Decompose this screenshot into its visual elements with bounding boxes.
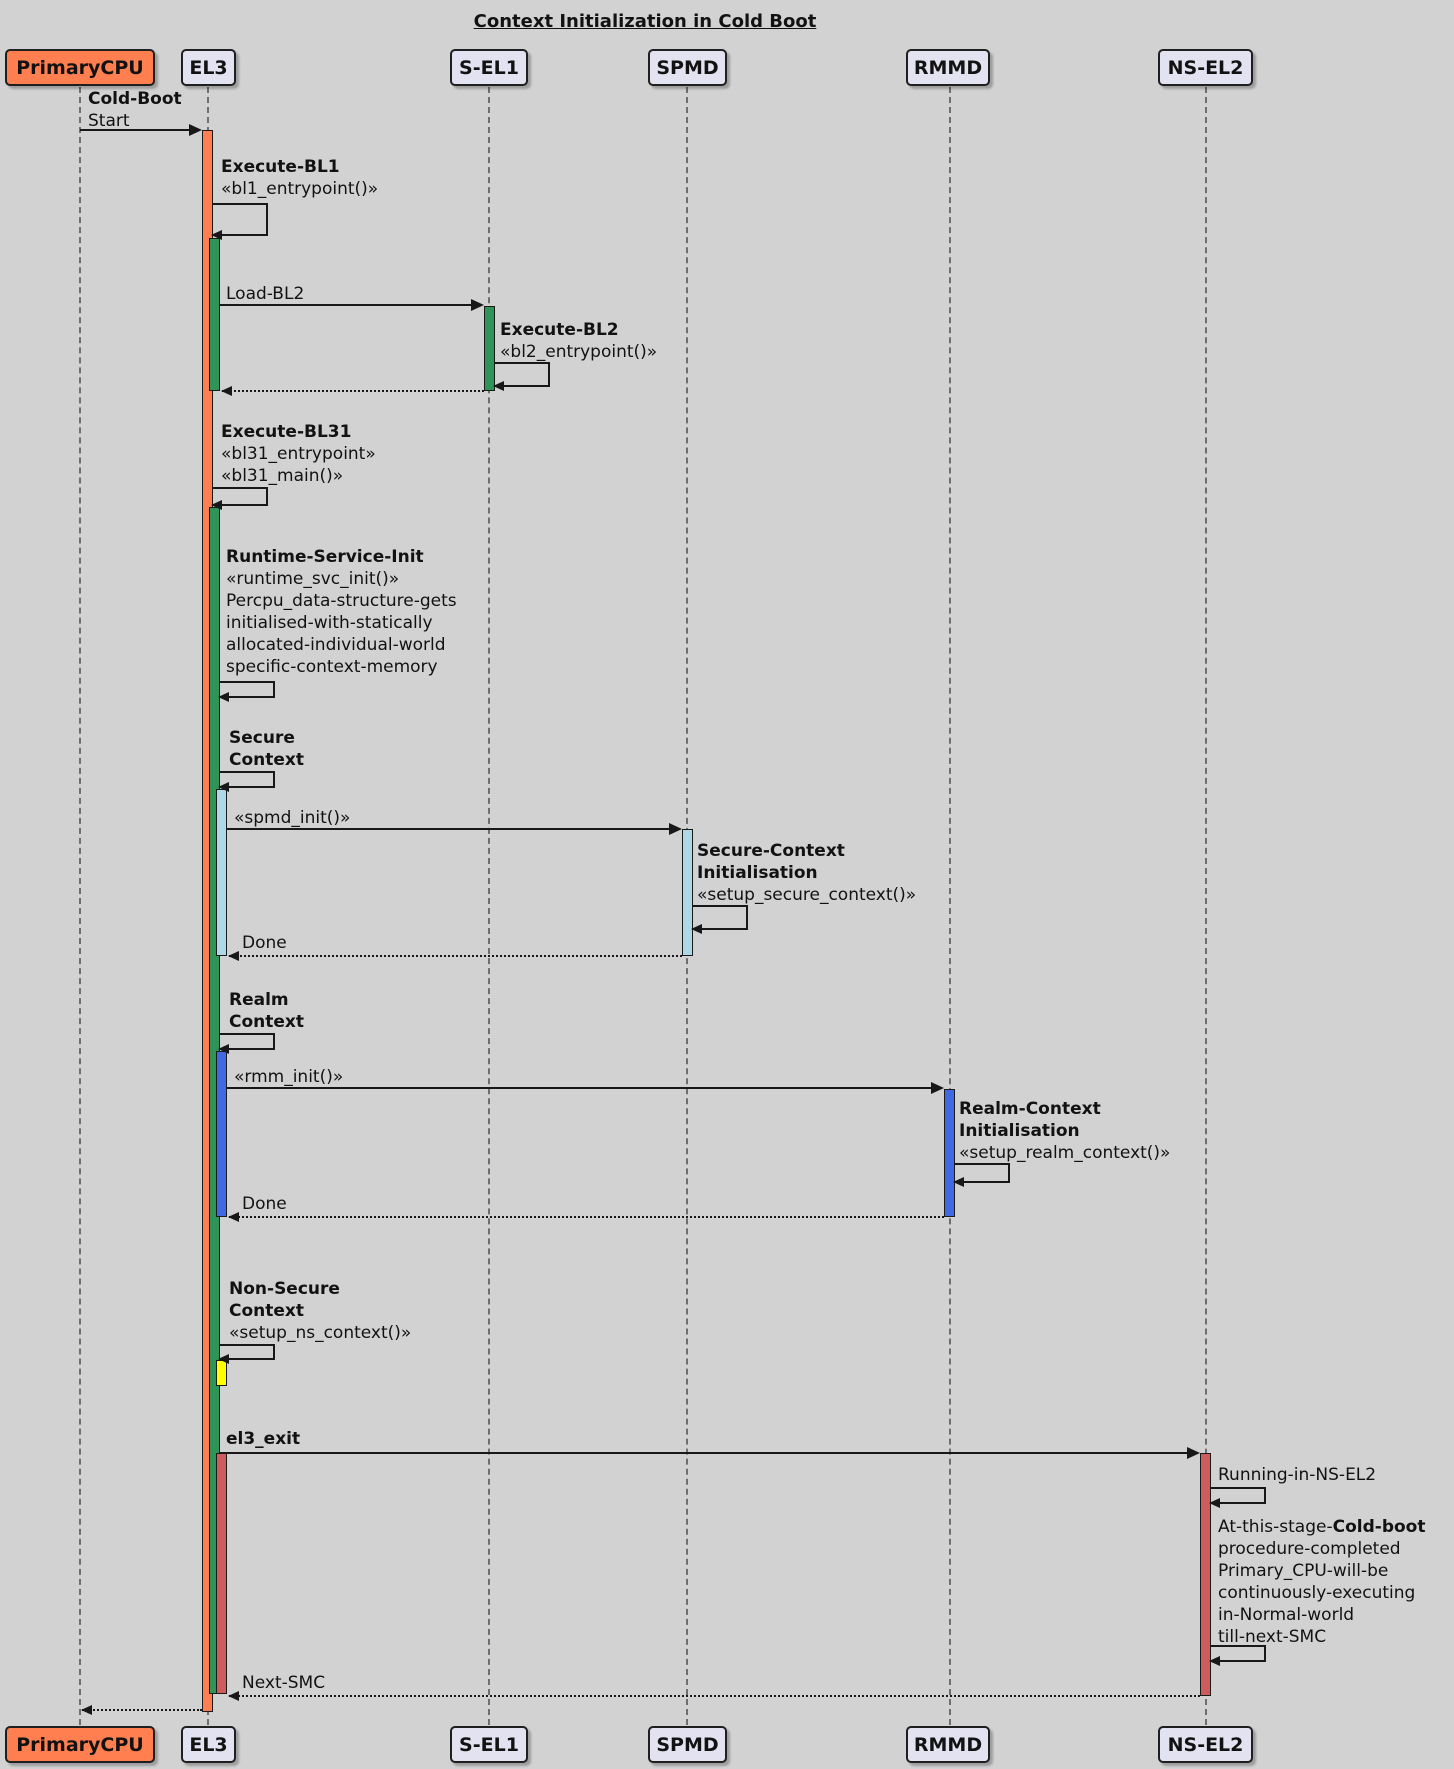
self-loop-realm-context [220,1033,275,1050]
message-execute-bl1: Execute-BL1 «bl1_entrypoint()» [221,156,378,200]
arrowhead [228,951,239,961]
participant-label: SPMD [656,57,718,79]
participant-label: EL3 [189,57,227,79]
arrow-return-bl2 [222,390,484,392]
participant-ns-el2-bottom: NS-EL2 [1158,1726,1253,1763]
arrow-el3-exit [220,1452,1189,1454]
participant-primarycpu-bottom: PrimaryCPU [5,1726,155,1763]
message-running-in-ns-el2: Running-in-NS-EL2 [1218,1464,1376,1486]
diagram-title: Context Initialization in Cold Boot [0,11,1290,32]
arrowhead [221,386,232,396]
arrowhead [931,1082,944,1094]
self-loop-till-next-smc [1211,1645,1266,1662]
message-runtime-service-init: Runtime-Service-Init «runtime_svc_init()… [226,546,457,678]
participant-rmmd-top: RMMD [906,49,990,86]
message-secure-context-initialisation: Secure-Context Initialisation «setup_sec… [697,840,916,906]
arrowhead [1209,1656,1220,1666]
message-realm-context: Realm Context [229,989,304,1033]
participant-spmd-bottom: SPMD [648,1726,727,1763]
participant-s-el1-bottom: S-EL1 [450,1726,528,1763]
arrowhead [218,1354,229,1364]
message-non-secure-context: Non-Secure Context «setup_ns_context()» [229,1278,411,1344]
arrowhead [471,299,484,311]
arrowhead [211,230,222,240]
lifeline-primarycpu [79,87,81,1725]
lifeline-rmmd [949,87,951,1725]
arrowhead [669,823,682,835]
self-loop-execute-bl1 [213,203,268,236]
arrowhead [1209,1498,1220,1508]
self-loop-setup-realm-context [955,1163,1010,1183]
participant-label: S-EL1 [459,57,519,79]
arrowhead [1187,1447,1200,1459]
message-cold-boot-completed: At-this-stage-Cold-boot procedure-comple… [1218,1516,1425,1648]
arrowhead [493,381,504,391]
message-done-rmmd: Done [242,1193,287,1215]
arrow-cold-boot [80,129,191,131]
self-loop-running-in-ns-el2 [1211,1487,1266,1504]
self-loop-setup-secure-context [693,905,748,930]
arrow-done-spmd [229,955,682,957]
participant-label: EL3 [189,1734,227,1756]
participant-el3-top: EL3 [181,49,236,86]
activation-s-el1-bl2 [484,306,495,391]
arrow-load-bl2 [220,304,473,306]
participant-label: PrimaryCPU [16,57,143,79]
sequence-diagram: Context Initialization in Cold Boot Prim… [0,0,1454,1769]
arrow-next-smc [229,1695,1200,1697]
arrowhead [953,1177,964,1187]
participant-rmmd-bottom: RMMD [906,1726,990,1763]
participant-spmd-top: SPMD [648,49,727,86]
arrow-done-rmmd [229,1216,944,1218]
activation-el3-secure-context [216,789,227,956]
participant-label: SPMD [656,1734,718,1756]
self-loop-secure-context [220,771,275,788]
arrow-rmm-init [227,1087,933,1089]
message-execute-bl31: Execute-BL31 «bl31_entrypoint» «bl31_mai… [221,421,376,487]
participant-label: RMMD [914,57,982,79]
arrowhead [81,1705,92,1715]
message-done-spmd: Done [242,932,287,954]
message-next-smc: Next-SMC [242,1672,325,1694]
message-cold-boot-start: Cold-Boot Start [88,88,182,132]
activation-el3-exit [216,1453,227,1694]
message-load-bl2: Load-BL2 [226,283,304,305]
self-loop-execute-bl31 [213,487,268,506]
arrowhead [691,924,702,934]
arrow-return-primarycpu [82,1709,202,1711]
participant-label: S-EL1 [459,1734,519,1756]
message-execute-bl2: Execute-BL2 «bl2_entrypoint()» [500,319,657,363]
message-el3-exit: el3_exit [226,1428,300,1450]
self-loop-execute-bl2 [495,362,550,387]
participant-label: RMMD [914,1734,982,1756]
participant-s-el1-top: S-EL1 [450,49,528,86]
activation-el3-bl1 [209,238,220,391]
activation-spmd [682,829,693,956]
participant-label: NS-EL2 [1168,1734,1244,1756]
participant-el3-bottom: EL3 [181,1726,236,1763]
arrowhead [211,500,222,510]
arrowhead [228,1691,239,1701]
participant-ns-el2-top: NS-EL2 [1158,49,1253,86]
activation-el3-realm-context [216,1051,227,1217]
message-realm-context-initialisation: Realm-Context Initialisation «setup_real… [959,1098,1170,1164]
participant-primarycpu-top: PrimaryCPU [5,49,155,86]
arrow-spmd-init [227,828,671,830]
arrowhead [189,124,202,136]
self-loop-setup-ns-context [220,1344,275,1360]
participant-label: PrimaryCPU [16,1734,143,1756]
self-loop-runtime-service-init [220,681,275,698]
participant-label: NS-EL2 [1168,57,1244,79]
arrowhead [218,782,229,792]
activation-rmmd [944,1089,955,1217]
arrowhead [218,692,229,702]
message-rmm-init: «rmm_init()» [234,1066,343,1088]
arrowhead [218,1044,229,1054]
arrowhead [228,1212,239,1222]
message-secure-context: Secure Context [229,727,304,771]
message-spmd-init: «spmd_init()» [234,807,350,829]
